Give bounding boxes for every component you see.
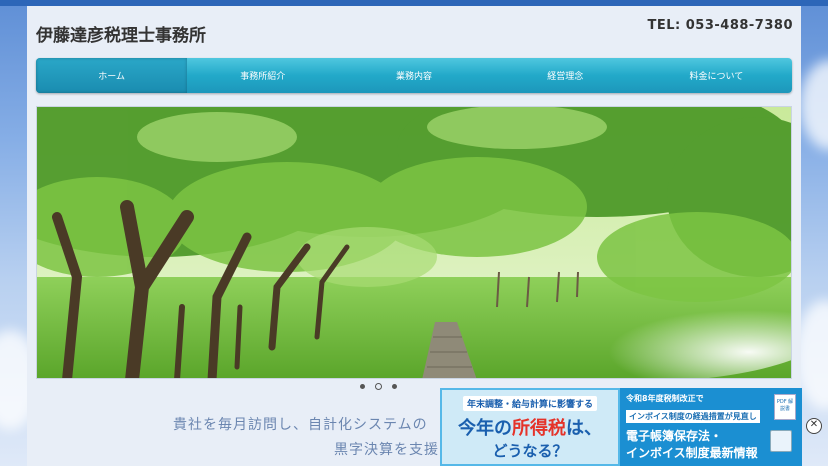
ad-invoice-panel[interactable]: 令和8年度税制改正で インボイス制度の経過措置が見直し 電子帳簿保存法・ インボ… bbox=[620, 388, 802, 466]
nav-item-home[interactable]: ホーム bbox=[36, 58, 188, 93]
phone-number: TEL: 053-488-7380 bbox=[647, 18, 793, 33]
calculator-icon bbox=[770, 430, 792, 452]
ad-left-headline: 今年の所得税は、 bbox=[458, 418, 602, 439]
hero-slider-image bbox=[36, 106, 792, 379]
ad-right-badge: インボイス制度の経過措置が見直し bbox=[626, 410, 760, 423]
ad-income-tax-panel[interactable]: 年末調整・給与計算に影響する 今年の所得税は、 どうなる？ bbox=[440, 388, 620, 466]
ad-close-icon[interactable]: ✕ bbox=[806, 418, 822, 434]
nav-item-philosophy[interactable]: 経営理念 bbox=[490, 58, 641, 93]
main-nav: ホーム 事務所紹介 業務内容 経営理念 料金について bbox=[36, 58, 792, 93]
ad-left-headline-2: どうなる？ bbox=[492, 442, 568, 460]
background-cloud bbox=[800, 60, 828, 150]
slider-dot-active[interactable] bbox=[375, 383, 382, 390]
document-icon: PDF 解説書 bbox=[774, 394, 796, 420]
slider-pagination bbox=[360, 383, 397, 390]
slider-dot[interactable] bbox=[360, 384, 365, 389]
tagline-line-1: 貴社を毎月訪問し、自計化システムの bbox=[173, 417, 428, 433]
nav-item-services[interactable]: 業務内容 bbox=[338, 58, 489, 93]
slider-dot[interactable] bbox=[392, 384, 397, 389]
ad-right-subtitle: 令和8年度税制改正で bbox=[626, 394, 704, 403]
advertisement-banner[interactable]: 年末調整・給与計算に影響する 今年の所得税は、 どうなる？ 令和8年度税制改正で… bbox=[440, 388, 802, 466]
nav-item-about[interactable]: 事務所紹介 bbox=[187, 58, 338, 93]
forest-path-image bbox=[37, 107, 791, 378]
ad-left-subtitle: 年末調整・給与計算に影響する bbox=[462, 396, 597, 411]
site-title[interactable]: 伊藤達彦税理士事務所 bbox=[36, 21, 206, 46]
nav-item-fees[interactable]: 料金について bbox=[641, 58, 792, 93]
tagline-line-2: 黒字決算を支援 bbox=[334, 442, 439, 458]
